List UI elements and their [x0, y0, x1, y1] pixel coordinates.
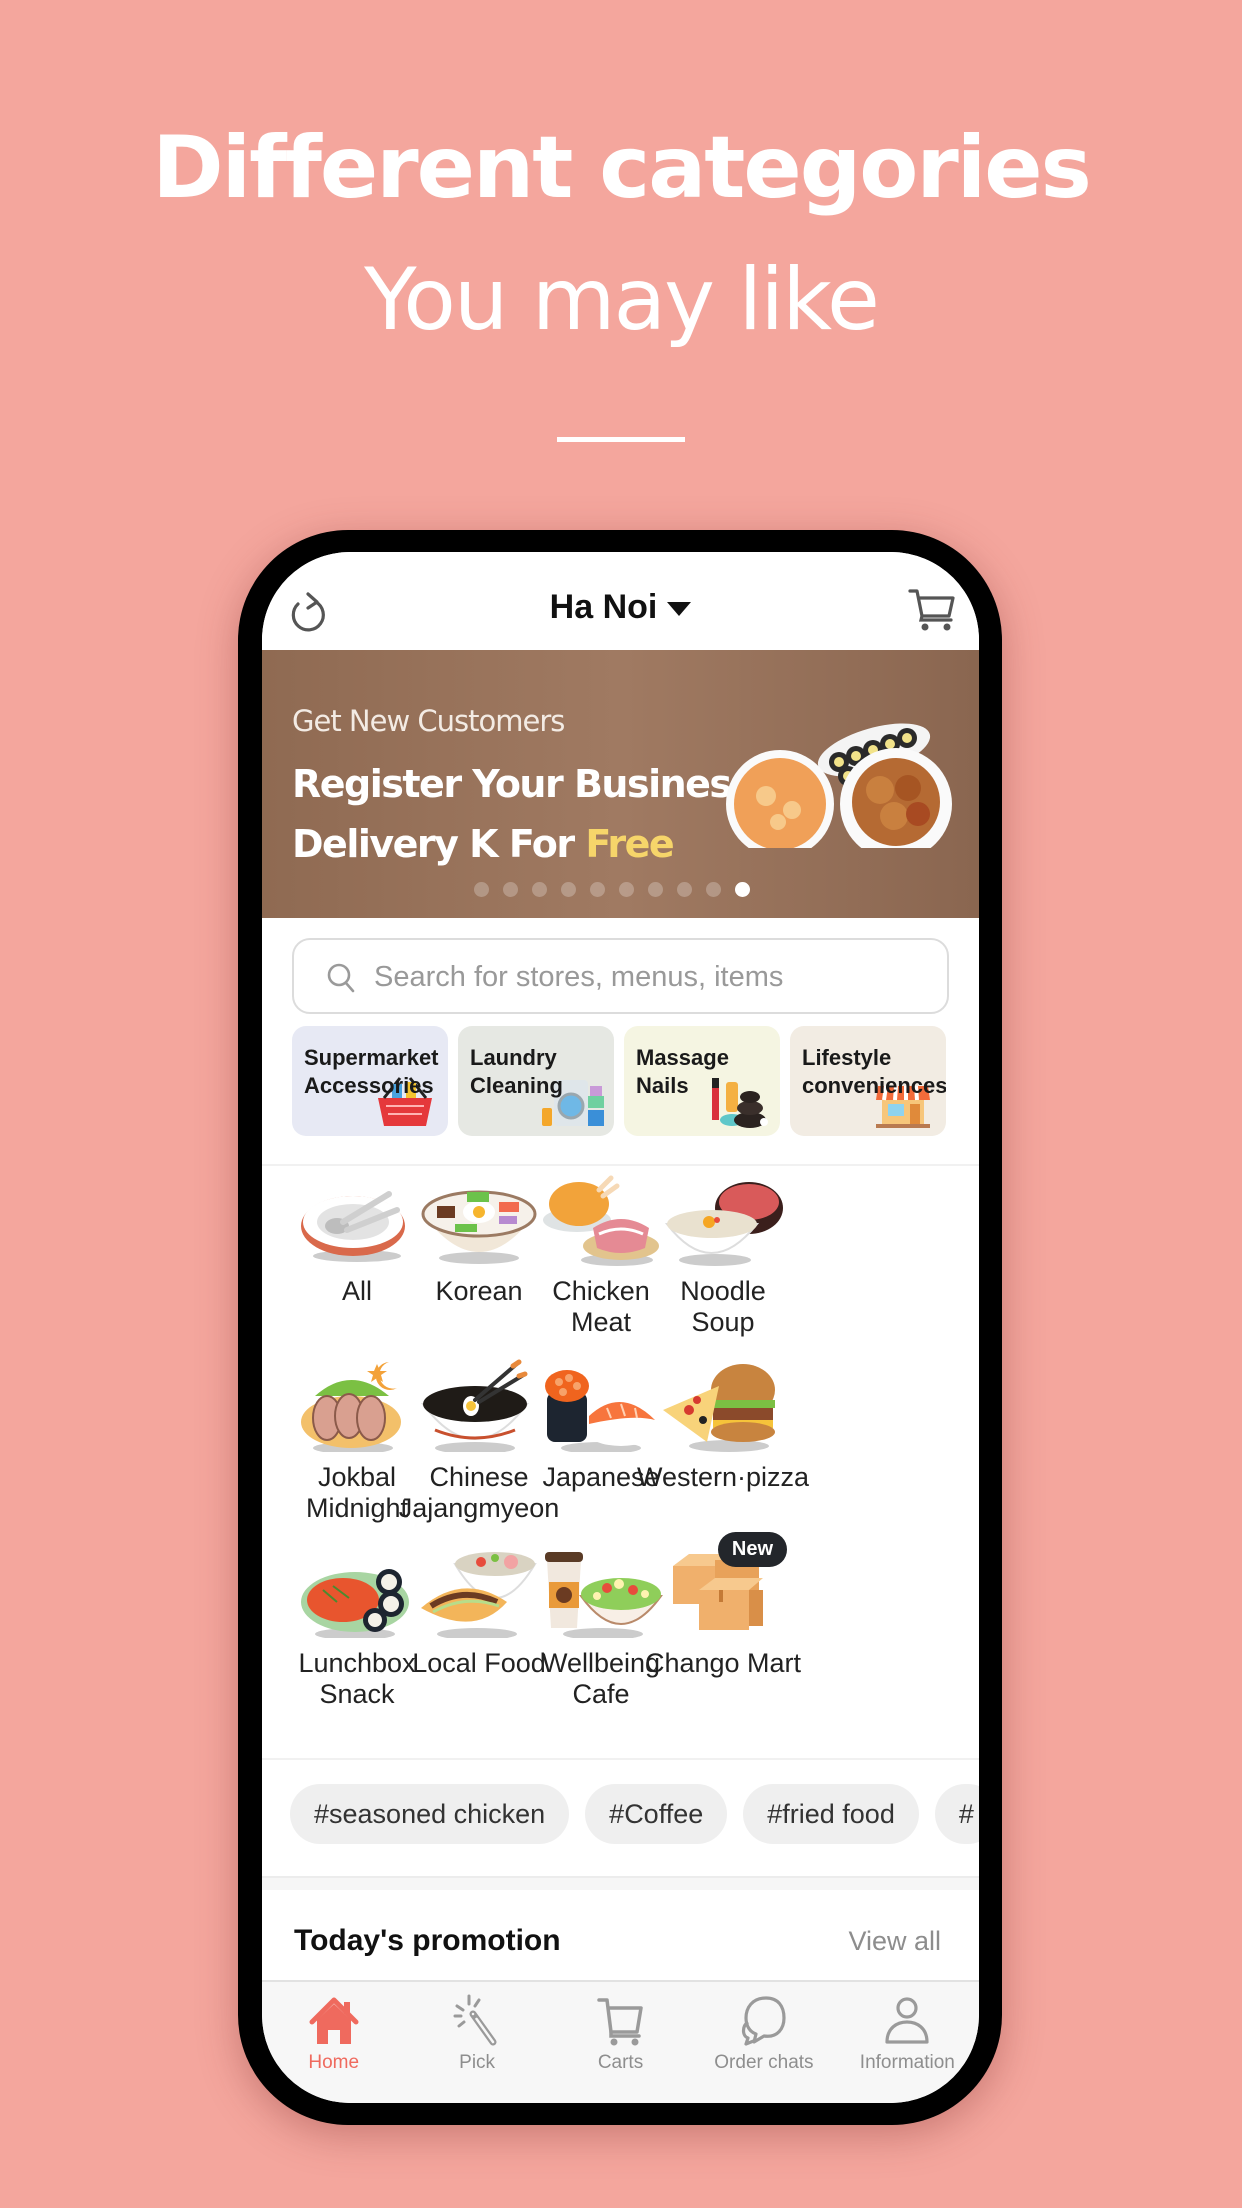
service-tile[interactable]: Lifestyle conveniences	[790, 1026, 946, 1136]
tab-information[interactable]: Information	[836, 1982, 979, 2103]
hashtag-chip[interactable]: #Coffee	[585, 1784, 728, 1844]
search-bar[interactable]	[292, 938, 949, 1014]
search-input[interactable]	[374, 954, 934, 1000]
category-icon-wrap	[659, 1356, 787, 1452]
category-label: Noodle Soup	[680, 1276, 766, 1337]
pizza-burger-icon	[663, 1364, 775, 1452]
carousel-dot[interactable]	[648, 882, 663, 897]
chat-bubbles-icon	[741, 1996, 786, 2046]
service-tile-label: Massage Nails	[636, 1044, 729, 1100]
tab-label: Information	[859, 2052, 955, 2073]
tab-label: Carts	[597, 2052, 644, 2073]
cart-icon[interactable]	[907, 586, 957, 632]
location-label: Ha Noi	[549, 588, 658, 626]
caret-down-icon	[667, 602, 692, 617]
promo-subheadline: You may like	[364, 250, 880, 350]
banner-subtitle: Get New Customers	[292, 704, 565, 738]
category-item[interactable]: Noodle Soup	[637, 1170, 809, 1338]
service-tiles: Supermarket Accessories Laundry Cleaning Mas…	[292, 1026, 979, 1136]
category-label: Western·pizza	[637, 1462, 810, 1492]
banner-title-line1: Register Your Business	[292, 762, 753, 806]
new-badge: New	[717, 1532, 787, 1567]
category-icon-wrap	[659, 1170, 787, 1266]
carousel-dot[interactable]	[619, 882, 634, 897]
cart-icon	[596, 1998, 643, 2046]
hashtag-chip[interactable]: #	[934, 1784, 979, 1844]
service-tile-label: Supermarket Accessories	[304, 1044, 439, 1100]
category-item[interactable]: New Chango Mart	[637, 1532, 809, 1679]
app-screen: Ha Noi Get New Customers Register Your B…	[262, 552, 979, 2103]
tab-label: Home	[308, 2052, 360, 2073]
todays-promotion-title: Today's promotion	[294, 1924, 561, 1957]
service-tile-label-line1: Lifestyle	[802, 1045, 892, 1070]
promo-banner[interactable]: Get New Customers Register Your Business…	[262, 650, 979, 918]
hashtag-chip[interactable]: #fried food	[743, 1784, 919, 1844]
banner-free-highlight: Free	[585, 822, 674, 866]
banner-line2-text: Delivery K For	[292, 822, 586, 866]
category-item[interactable]: Western·pizza	[637, 1356, 809, 1493]
service-tile-label-line1: Supermarket	[304, 1045, 439, 1070]
korean-food-platter-image	[726, 723, 952, 848]
service-tile-label-line2: conveniences	[802, 1073, 946, 1098]
tab-label: Pick	[459, 2052, 496, 2073]
carousel-dot[interactable]	[532, 882, 547, 897]
service-tile[interactable]: Laundry Cleaning	[458, 1026, 614, 1136]
location-selector[interactable]: Ha Noi	[262, 588, 979, 627]
category-label: Chango Mart	[644, 1648, 802, 1678]
home-icon	[309, 1997, 359, 2044]
section-separator	[262, 1164, 979, 1166]
phone-frame: Ha Noi Get New Customers Register Your B…	[238, 530, 1002, 2125]
service-tile-label-line2: Nails	[636, 1073, 689, 1098]
carousel-dot[interactable]	[561, 882, 576, 897]
tab-pick[interactable]: Pick	[405, 1982, 548, 2103]
service-tile-label: Laundry Cleaning	[470, 1044, 563, 1100]
tab-label: Order chats	[714, 2052, 814, 2073]
carousel-dot[interactable]	[706, 882, 721, 897]
tab-home[interactable]: Home	[262, 1982, 405, 2103]
carousel-pagination	[474, 882, 750, 897]
headline-divider	[557, 437, 685, 442]
carousel-dot[interactable]	[590, 882, 605, 897]
magic-wand-icon	[453, 1994, 497, 2046]
banner-title-line2: Delivery K For Free	[292, 822, 675, 866]
app-header: Ha Noi	[262, 552, 979, 650]
search-icon	[327, 963, 355, 993]
service-tile[interactable]: Supermarket Accessories	[292, 1026, 448, 1136]
carousel-dot[interactable]	[503, 882, 518, 897]
carousel-dot[interactable]	[474, 882, 489, 897]
service-tile-label-line2: Cleaning	[470, 1073, 563, 1098]
service-tile-label: Lifestyle conveniences	[802, 1044, 946, 1100]
hashtag-chip[interactable]: #seasoned chicken	[290, 1784, 570, 1844]
user-icon	[885, 1997, 929, 2044]
carousel-dot[interactable]	[677, 882, 692, 897]
carousel-dot[interactable]	[735, 882, 750, 897]
service-tile-label-line1: Laundry	[470, 1045, 557, 1070]
tab-order-chats[interactable]: Order chats	[692, 1982, 835, 2103]
hashtag-chips: #seasoned chicken #Coffee #fried food #	[290, 1784, 979, 1846]
promo-headline: Different categories	[152, 118, 1092, 218]
service-tile-label-line2: Accessories	[304, 1073, 434, 1098]
service-tile-label-line1: Massage	[636, 1045, 729, 1070]
tab-carts[interactable]: Carts	[549, 1982, 692, 2103]
section-separator	[262, 1758, 979, 1760]
service-tile[interactable]: Massage Nails	[624, 1026, 780, 1136]
category-icon-wrap: New	[659, 1532, 787, 1638]
view-all-link[interactable]: View all	[848, 1926, 941, 1957]
noodle-soup-icon	[664, 1182, 783, 1266]
section-band	[262, 1876, 979, 1890]
bottom-tab-bar: Home Pick Carts Order chats Information	[262, 1980, 979, 2103]
